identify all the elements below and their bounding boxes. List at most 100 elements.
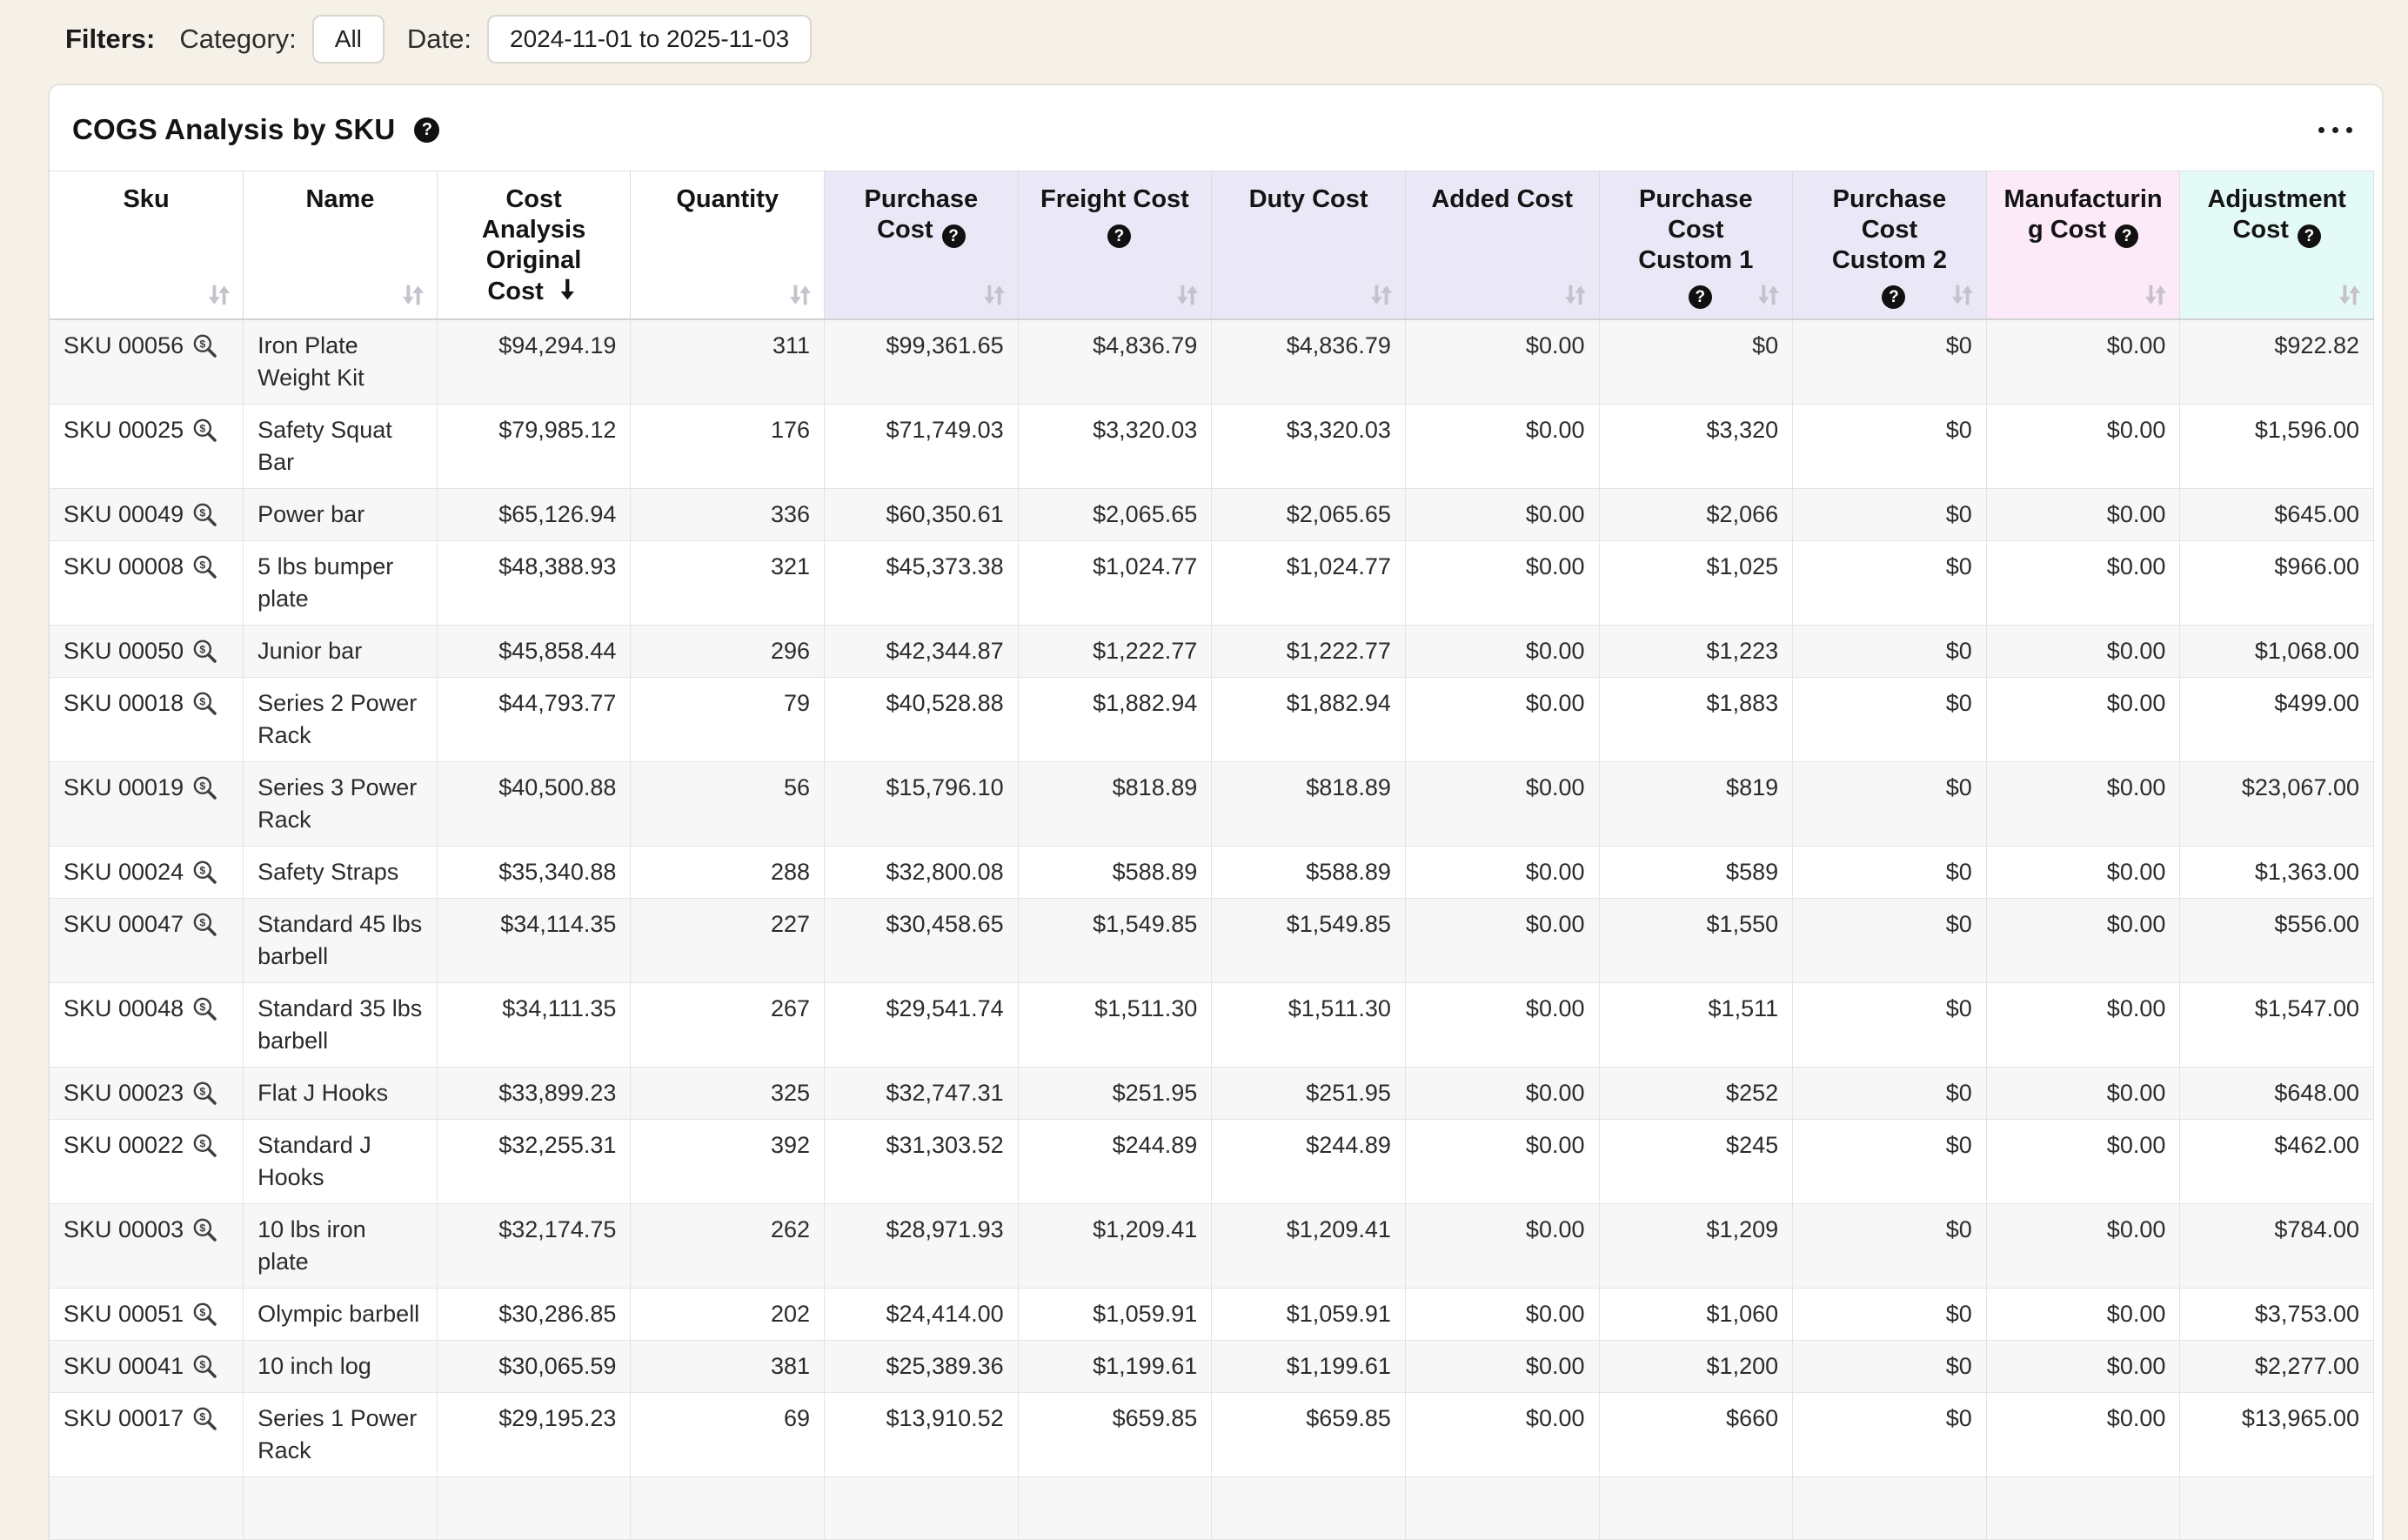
cell-purchase_cost: $24,414.00 [825,1289,1019,1341]
table-row: SKU 00047$Standard 45 lbs barbell$34,114… [50,899,2374,983]
sort-arrows-icon[interactable] [204,280,234,310]
search-dollar-icon[interactable]: $ [191,859,217,885]
column-header-added_cost[interactable]: Added Cost [1405,171,1599,320]
cell-sku: SKU 00022$ [50,1120,244,1204]
cell-quantity: 288 [631,847,825,899]
sort-arrows-icon[interactable] [2335,280,2365,310]
cell-quantity: 56 [631,762,825,847]
sort-arrows-icon[interactable] [1173,280,1202,310]
search-dollar-icon[interactable]: $ [191,638,217,664]
sort-arrows-icon[interactable] [980,280,1009,310]
column-header-quantity[interactable]: Quantity [631,171,825,320]
cell-purchase_cost: $45,373.38 [825,541,1019,626]
cell-empty [1986,1477,2180,1540]
question-circle-icon[interactable] [1689,285,1712,309]
cell-freight_cost: $3,320.03 [1018,405,1212,489]
sort-arrows-icon[interactable] [1367,280,1396,310]
cell-duty_cost: $3,320.03 [1212,405,1406,489]
cell-adjustment_cost: $645.00 [2180,489,2374,541]
cell-sku: SKU 00025 $ [50,405,244,489]
cell-adjustment_cost: $556.00 [2180,899,2374,983]
cell-purchase_cost_custom2: $0 [1793,405,1987,489]
cell-added_cost: $0.00 [1405,678,1599,762]
column-header-freight_cost[interactable]: Freight Cost [1018,171,1212,320]
sort-desc-arrow-icon[interactable] [554,276,580,310]
sort-arrows-icon[interactable] [398,280,428,310]
card-menu-button[interactable] [2315,120,2356,140]
table-row: SKU 00049$Power bar$65,126.94336$60,350.… [50,489,2374,541]
sort-arrows-icon[interactable] [1948,280,1977,310]
cell-purchase_cost_custom2: $0 [1793,847,1987,899]
search-dollar-icon[interactable]: $ [191,501,217,527]
search-dollar-icon[interactable]: $ [191,1353,217,1379]
cell-purchase_cost_custom1: $1,511 [1599,983,1793,1068]
cell-name: Junior bar [244,626,438,678]
category-select[interactable]: All [312,15,385,64]
cell-quantity: 79 [631,678,825,762]
table-body: SKU 00056$Iron Plate Weight Kit$94,294.1… [50,319,2374,1540]
table-row: SKU 00056$Iron Plate Weight Kit$94,294.1… [50,319,2374,405]
search-dollar-icon[interactable]: $ [191,774,217,800]
search-dollar-icon[interactable]: $ [191,1132,217,1158]
cell-manufacturing_cost: $0.00 [1986,983,2180,1068]
sort-arrows-icon[interactable] [2141,280,2171,310]
cell-empty [1018,1477,1212,1540]
search-dollar-icon[interactable]: $ [191,1216,217,1242]
cell-original_cost: $30,065.59 [437,1341,631,1393]
cell-purchase_cost: $99,361.65 [825,319,1019,405]
question-circle-icon[interactable] [2115,224,2138,248]
question-circle-icon[interactable] [942,224,966,248]
svg-text:$: $ [200,338,206,351]
sku-value: SKU 00025 [64,417,184,443]
cell-purchase_cost_custom1: $0 [1599,319,1793,405]
column-header-duty_cost[interactable]: Duty Cost [1212,171,1406,320]
column-header-purchase_cost_custom2[interactable]: Purchase Cost Custom 2 [1793,171,1987,320]
question-circle-icon[interactable] [1107,224,1131,248]
column-header-purchase_cost[interactable]: Purchase Cost [825,171,1019,320]
cell-name: Standard 45 lbs barbell [244,899,438,983]
date-range-picker[interactable]: 2024-11-01 to 2025-11-03 [487,15,812,64]
cell-purchase_cost: $29,541.74 [825,983,1019,1068]
column-header-original_cost[interactable]: Cost Analysis Original Cost [437,171,631,320]
cell-purchase_cost: $30,458.65 [825,899,1019,983]
cell-duty_cost: $1,199.61 [1212,1341,1406,1393]
column-header-purchase_cost_custom1[interactable]: Purchase Cost Custom 1 [1599,171,1793,320]
search-dollar-icon[interactable]: $ [191,995,217,1021]
search-dollar-icon[interactable]: $ [191,1080,217,1106]
cell-purchase_cost_custom2: $0 [1793,489,1987,541]
cell-name: Series 3 Power Rack [244,762,438,847]
cell-freight_cost: $1,059.91 [1018,1289,1212,1341]
cell-manufacturing_cost: $0.00 [1986,405,2180,489]
question-circle-icon[interactable] [2298,224,2321,248]
search-dollar-icon[interactable]: $ [191,690,217,716]
search-dollar-icon[interactable]: $ [191,1301,217,1327]
cell-added_cost: $0.00 [1405,762,1599,847]
search-dollar-icon[interactable]: $ [191,332,217,358]
cell-sku: SKU 00019$ [50,762,244,847]
search-dollar-icon[interactable]: $ [191,911,217,937]
sort-arrows-icon[interactable] [1561,280,1590,310]
cell-quantity: 227 [631,899,825,983]
cell-duty_cost: $1,549.85 [1212,899,1406,983]
sort-arrows-icon[interactable] [1754,280,1783,310]
filters-label: Filters: [65,23,155,55]
search-dollar-icon[interactable]: $ [191,417,217,443]
column-header-sku[interactable]: Sku [50,171,244,320]
column-header-adjustment_cost[interactable]: Adjustment Cost [2180,171,2374,320]
cell-original_cost: $34,114.35 [437,899,631,983]
question-circle-icon[interactable] [1882,285,1905,309]
cell-purchase_cost: $60,350.61 [825,489,1019,541]
cell-purchase_cost_custom1: $1,883 [1599,678,1793,762]
column-header-name[interactable]: Name [244,171,438,320]
cell-name: 10 lbs iron plate [244,1204,438,1289]
sort-arrows-icon[interactable] [786,280,815,310]
cell-purchase_cost_custom1: $589 [1599,847,1793,899]
cell-sku: SKU 00024$ [50,847,244,899]
cell-freight_cost: $588.89 [1018,847,1212,899]
column-header-manufacturing_cost[interactable]: Manufacturing Cost [1986,171,2180,320]
question-circle-icon[interactable] [414,117,439,143]
search-dollar-icon[interactable]: $ [191,1405,217,1431]
table-row: SKU 00017$Series 1 Power Rack$29,195.236… [50,1393,2374,1477]
cell-duty_cost: $1,024.77 [1212,541,1406,626]
search-dollar-icon[interactable]: $ [191,553,217,579]
